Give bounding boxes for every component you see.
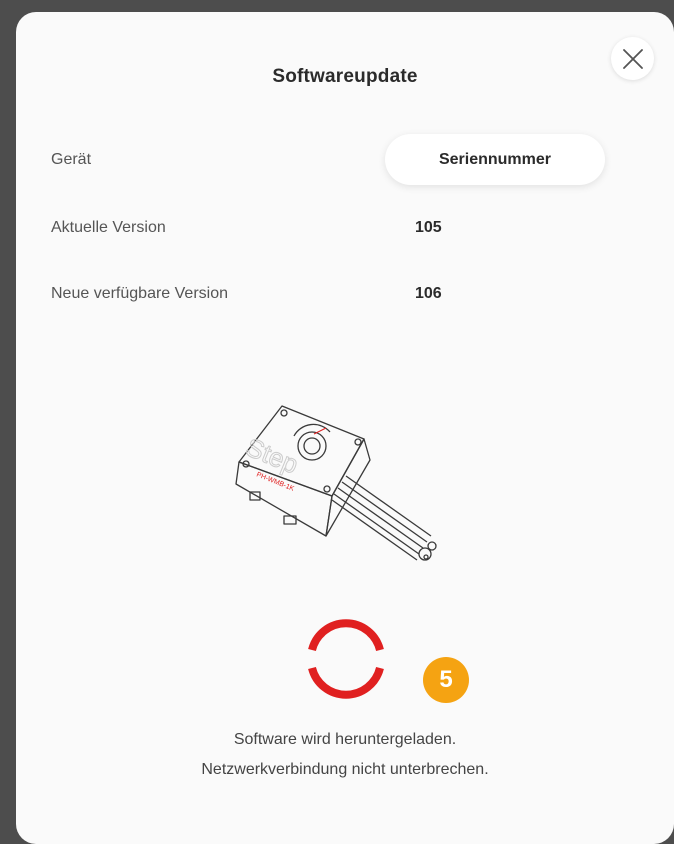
software-update-dialog: Softwareupdate Gerät Seriennummer Aktuel… [16, 12, 674, 844]
current-version-value: 105 [415, 219, 442, 236]
device-label: Gerät [51, 151, 92, 168]
status-line-2: Netzwerkverbindung nicht unterbrechen. [201, 761, 489, 778]
status-line-1: Software wird heruntergeladen. [233, 731, 457, 748]
new-version-label: Neue verfügbare Version [51, 285, 228, 302]
svg-text:Step: Step [242, 432, 303, 480]
serial-number-button[interactable]: Seriennummer [385, 134, 605, 185]
new-version-value: 106 [415, 285, 442, 302]
step-number-badge: 5 [423, 657, 469, 703]
heater-device-image: PH-WMB-1K Step [235, 405, 437, 561]
loading-spinner-icon [308, 619, 384, 699]
dialog-title: Softwareupdate [272, 66, 418, 87]
current-version-label: Aktuelle Version [51, 219, 166, 236]
